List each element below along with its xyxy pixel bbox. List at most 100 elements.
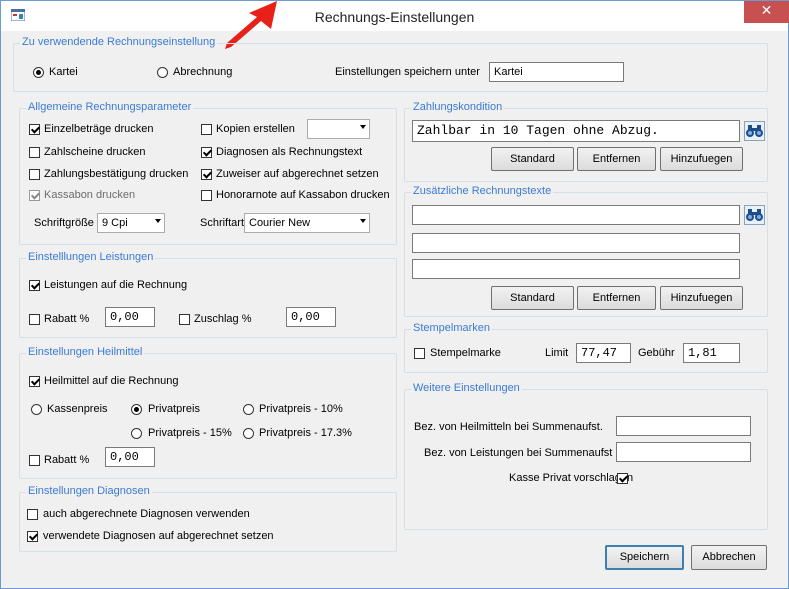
zuschlag-label[interactable]: Zuschlag % (194, 312, 251, 326)
binoculars-icon[interactable] (744, 205, 765, 225)
leistungen-label[interactable]: Leistungen auf die Rechnung (44, 278, 187, 292)
radio-privatpreis-10[interactable] (243, 404, 254, 415)
window-title: Rechnungs-Einstellungen (314, 9, 475, 25)
group-title: Zahlungskondition (411, 101, 505, 113)
services-rabatt-label[interactable]: Rabatt % (44, 312, 89, 326)
kassabon-label[interactable]: Kassabon drucken (44, 188, 135, 202)
radio-kartei[interactable] (33, 67, 44, 78)
chevron-down-icon (360, 125, 366, 129)
limit-label: Limit (545, 347, 569, 359)
font-select[interactable]: Courier New (244, 213, 370, 233)
extra-standard-button[interactable]: Standard (491, 286, 574, 310)
services-group: Einstelllungen Leistungen (19, 251, 397, 338)
set-billed-diagnoses-checkbox[interactable] (27, 531, 38, 542)
radio-privatpreis-15-label[interactable]: Privatpreis - 15% (148, 426, 232, 440)
stempelmarke-label[interactable]: Stempelmarke (430, 346, 501, 360)
heilmittel-checkbox[interactable] (29, 376, 40, 387)
zahlungsbestaetigung-checkbox[interactable] (29, 169, 40, 180)
binoculars-icon[interactable] (744, 121, 765, 141)
group-title: Einstelllungen Leistungen (26, 251, 156, 263)
kopien-select[interactable] (307, 119, 370, 139)
group-title: Einstellungen Diagnosen (26, 485, 152, 497)
zuweiser-label[interactable]: Zuweiser auf abgerechnet setzen (216, 167, 379, 181)
honorarnote-checkbox[interactable] (201, 190, 212, 201)
heilmittel-label[interactable]: Heilmittel auf die Rechnung (44, 374, 179, 388)
extra-remove-button[interactable]: Entfernen (577, 286, 656, 310)
extra-add-button[interactable]: Hinzufuegen (660, 286, 743, 310)
fee-label: Gebühr (638, 347, 675, 359)
chevron-down-icon (360, 219, 366, 223)
fontsize-select[interactable]: 9 Cpi (97, 213, 165, 233)
radio-kartei-label[interactable]: Kartei (49, 65, 78, 79)
save-button[interactable]: Speichern (605, 545, 684, 570)
radio-privatpreis[interactable] (131, 404, 142, 415)
kopien-checkbox[interactable] (201, 124, 212, 135)
zuschlag-checkbox[interactable] (179, 314, 190, 325)
use-billed-diagnoses-label[interactable]: auch abgerechnete Diagnosen verwenden (43, 507, 250, 521)
zuweiser-checkbox[interactable] (201, 169, 212, 180)
kassabon-checkbox[interactable] (29, 190, 40, 201)
radio-privatpreis-173-label[interactable]: Privatpreis - 17.3% (259, 426, 352, 440)
diagnosen-text-checkbox[interactable] (201, 147, 212, 158)
honorarnote-label[interactable]: Honorarnote auf Kassabon drucken (216, 188, 390, 202)
einzelbetraege-checkbox[interactable] (29, 124, 40, 135)
radio-privatpreis-label[interactable]: Privatpreis (148, 402, 200, 416)
group-title: Stempelmarken (411, 322, 493, 334)
group-title: Zu verwendende Rechnungseinstellung (20, 36, 218, 48)
kopien-label[interactable]: Kopien erstellen (216, 122, 295, 136)
diagnoses-group: Einstellungen Diagnosen (19, 485, 397, 552)
group-title: Zusätzliche Rechnungstexte (411, 185, 554, 197)
font-select-value: Courier New (249, 217, 311, 229)
extra-text-line-3[interactable] (412, 259, 740, 279)
save-under-input[interactable]: Kartei (489, 62, 624, 82)
heilmittel-summary-label: Bez. von Heilmitteln bei Summenaufst. (414, 421, 603, 433)
payment-condition-input[interactable]: Zahlbar in 10 Tagen ohne Abzug. (412, 120, 740, 142)
fontsize-select-value: 9 Cpi (102, 217, 128, 229)
set-billed-diagnoses-label[interactable]: verwendete Diagnosen auf abgerechnet set… (43, 529, 274, 543)
radio-abrechnung[interactable] (157, 67, 168, 78)
settings-window: Rechnungs-Einstellungen ✕ Zu verwendende… (0, 0, 789, 589)
radio-abrechnung-label[interactable]: Abrechnung (173, 65, 232, 79)
services-rabatt-input[interactable]: 0,00 (105, 307, 155, 327)
radio-kassenpreis[interactable] (31, 404, 42, 415)
zahlungsbestaetigung-label[interactable]: Zahlungsbestätigung drucken (44, 167, 188, 181)
kasse-privat-label[interactable]: Kasse Privat vorschlagen (509, 471, 633, 485)
heilmittel-summary-input[interactable] (616, 416, 751, 436)
cancel-button[interactable]: Abbrechen (691, 545, 767, 570)
radio-kassenpreis-label[interactable]: Kassenpreis (47, 402, 108, 416)
extra-text-line-1[interactable] (412, 205, 740, 225)
remedies-rabatt-input[interactable]: 0,00 (105, 447, 155, 467)
kasse-privat-checkbox[interactable] (617, 473, 628, 484)
font-label: Schriftart (200, 217, 245, 229)
services-rabatt-checkbox[interactable] (29, 314, 40, 325)
stempelmarke-checkbox[interactable] (414, 348, 425, 359)
radio-privatpreis-10-label[interactable]: Privatpreis - 10% (259, 402, 343, 416)
zahlscheine-checkbox[interactable] (29, 147, 40, 158)
leistungen-checkbox[interactable] (29, 280, 40, 291)
leistungen-summary-label: Bez. von Leistungen bei Summenaufst (424, 447, 613, 459)
save-under-label: Einstellungen speichern unter (335, 66, 480, 78)
group-title: Einstellungen Heilmittel (26, 346, 145, 358)
payment-standard-button[interactable]: Standard (491, 147, 574, 171)
leistungen-summary-input[interactable] (616, 442, 751, 462)
remedies-rabatt-checkbox[interactable] (29, 455, 40, 466)
payment-add-button[interactable]: Hinzufuegen (660, 147, 743, 171)
group-title: Weitere Einstellungen (411, 382, 522, 394)
remedies-rabatt-label[interactable]: Rabatt % (44, 453, 89, 467)
title-bar: Rechnungs-Einstellungen ✕ (1, 1, 789, 31)
limit-input[interactable]: 77,47 (576, 343, 631, 363)
fee-input[interactable]: 1,81 (683, 343, 740, 363)
use-billed-diagnoses-checkbox[interactable] (27, 509, 38, 520)
group-title: Allgemeine Rechnungsparameter (26, 101, 194, 113)
fontsize-label: Schriftgröße (34, 217, 94, 229)
zuschlag-input[interactable]: 0,00 (286, 307, 336, 327)
close-button[interactable]: ✕ (744, 1, 789, 23)
payment-remove-button[interactable]: Entfernen (577, 147, 656, 171)
einzelbetraege-label[interactable]: Einzelbeträge drucken (44, 122, 153, 136)
radio-privatpreis-173[interactable] (243, 428, 254, 439)
extra-text-line-2[interactable] (412, 233, 740, 253)
zahlscheine-label[interactable]: Zahlscheine drucken (44, 145, 146, 159)
chevron-down-icon (155, 219, 161, 223)
radio-privatpreis-15[interactable] (131, 428, 142, 439)
diagnosen-text-label[interactable]: Diagnosen als Rechnungstext (216, 145, 362, 159)
